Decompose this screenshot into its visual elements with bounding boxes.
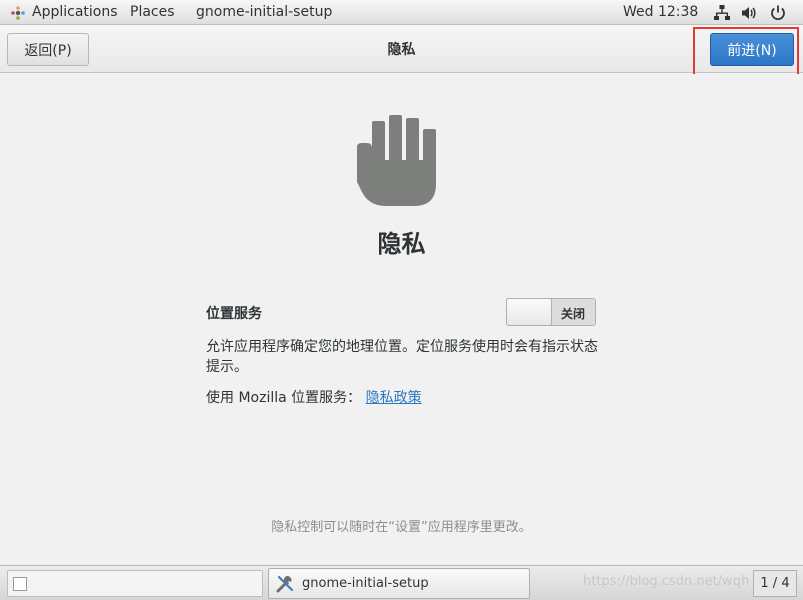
switch-state-label: 关闭 (561, 307, 586, 321)
watermark: https://blog.csdn.net/wqh (583, 574, 750, 589)
location-services-switch[interactable]: 关闭 (506, 298, 596, 326)
desktop-icon (13, 577, 27, 591)
workspace-pager[interactable]: 1 / 4 (753, 570, 797, 597)
policy-prefix: 使用 Mozilla 位置服务： (206, 390, 362, 406)
header-title: 隐私 (387, 42, 416, 58)
switch-knob[interactable] (506, 298, 552, 326)
power-icon[interactable] (769, 4, 787, 22)
settings-footnote: 隐私控制可以随时在“设置”应用程序里更改。 (271, 520, 532, 535)
applications-icon[interactable] (10, 5, 26, 21)
taskbar-window-label: gnome-initial-setup (302, 576, 429, 591)
location-description: 允许应用程序确定您的地理位置。定位服务使用时会有指示状态提示。 (206, 339, 598, 375)
next-button[interactable]: 前进(N) (710, 33, 794, 66)
privacy-policy-link[interactable]: 隐私政策 (366, 390, 422, 406)
page-heading: 隐私 (377, 230, 426, 258)
window-title-menu[interactable]: gnome-initial-setup (196, 4, 332, 20)
header-bar: 返回(P) 隐私 前进(N) (0, 25, 803, 73)
tools-icon (276, 575, 294, 593)
network-icon[interactable] (713, 4, 731, 22)
hand-icon (357, 115, 436, 206)
places-menu[interactable]: Places (130, 4, 175, 20)
taskbar-window-button[interactable]: gnome-initial-setup (268, 568, 530, 599)
top-bar: Applications Places gnome-initial-setup … (0, 0, 803, 25)
clock[interactable]: Wed 12:38 (623, 4, 698, 20)
show-desktop-button[interactable] (7, 570, 263, 597)
location-services-label: 位置服务 (206, 306, 262, 322)
policy-line: 使用 Mozilla 位置服务： 隐私政策 (206, 387, 422, 407)
taskbar: gnome-initial-setup https://blog.csdn.ne… (0, 565, 803, 600)
volume-icon[interactable] (740, 4, 758, 22)
applications-menu[interactable]: Applications (32, 4, 118, 20)
